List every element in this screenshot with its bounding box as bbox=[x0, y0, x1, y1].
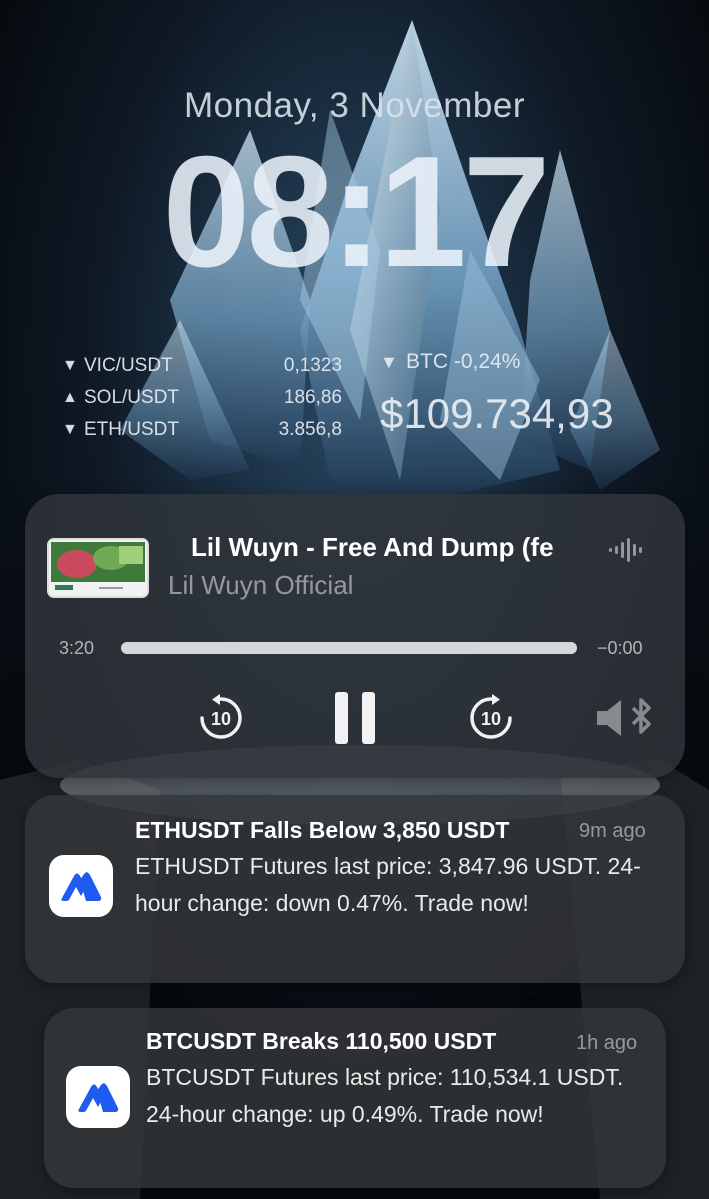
ticker-symbol: VIC/USDT bbox=[84, 355, 173, 376]
remaining-time: −0:00 bbox=[597, 638, 643, 658]
ticker-price: 0,1323 bbox=[283, 355, 342, 376]
elapsed-time: 3:20 bbox=[59, 638, 95, 658]
btc-price[interactable]: $109.734,93 bbox=[380, 390, 614, 438]
lockscreen-clock: 08:17 bbox=[162, 124, 550, 300]
exchange-app-icon bbox=[66, 1066, 130, 1128]
skip-back-seconds: 10 bbox=[211, 709, 231, 729]
lockscreen-date: Monday, 3 November bbox=[183, 86, 525, 125]
mexc-logo-icon bbox=[61, 872, 102, 901]
notification-title: ETHUSDT Falls Below 3,850 USDT bbox=[135, 817, 510, 843]
ticker-symbol: ETH/USDT bbox=[84, 419, 179, 440]
skip-back-10-icon: 10 bbox=[200, 694, 242, 739]
exchange-app-icon bbox=[49, 855, 113, 917]
notification-time: 1h ago bbox=[576, 1032, 638, 1054]
notification-card[interactable]: BTCUSDT Breaks 110,500 USDT 1h ago BTCUS… bbox=[44, 1008, 666, 1188]
ticker-price: 186,86 bbox=[283, 387, 342, 408]
notification-time: 9m ago bbox=[579, 820, 646, 842]
btc-change-label[interactable]: ▼ BTC -0,24% bbox=[380, 350, 520, 374]
ticker-symbol: SOL/USDT bbox=[84, 387, 180, 408]
album-artwork[interactable] bbox=[47, 538, 149, 598]
speaker-bluetooth-icon bbox=[597, 698, 651, 736]
playback-progress bbox=[121, 642, 577, 654]
pause-icon bbox=[335, 692, 375, 744]
skip-back-button[interactable]: 10 bbox=[195, 692, 247, 744]
notification-body: ETHUSDT Futures last price: 3,847.96 USD… bbox=[135, 853, 641, 916]
mexc-logo-icon bbox=[78, 1083, 119, 1112]
audio-output-button[interactable] bbox=[593, 694, 657, 742]
notification-body: BTCUSDT Futures last price: 110,534.1 US… bbox=[146, 1064, 624, 1127]
ticker-row-sol: ▲ SOL/USDT 186,86 bbox=[62, 382, 342, 414]
playback-scrubber[interactable] bbox=[121, 642, 577, 654]
ticker-price: 3.856,8 bbox=[278, 419, 342, 440]
waveform-icon bbox=[609, 538, 642, 562]
ticker-row-vic: ▼ VIC/USDT 0,1323 bbox=[62, 350, 342, 382]
skip-forward-seconds: 10 bbox=[481, 709, 501, 729]
skip-forward-10-icon: 10 bbox=[470, 694, 512, 739]
btc-change-text: BTC -0,24% bbox=[406, 350, 521, 373]
notification-title: BTCUSDT Breaks 110,500 USDT bbox=[146, 1028, 497, 1054]
song-artist[interactable]: Lil Wuyn Official bbox=[168, 570, 353, 601]
song-title[interactable]: Lil Wuyn - Free And Dump (fe bbox=[191, 532, 591, 563]
skip-forward-button[interactable]: 10 bbox=[465, 692, 517, 744]
down-triangle-icon: ▼ bbox=[62, 357, 78, 374]
pause-button[interactable] bbox=[325, 690, 385, 746]
down-triangle-icon: ▼ bbox=[62, 421, 78, 438]
now-playing-widget[interactable]: Lil Wuyn - Free And Dump (fe Lil Wuyn Of… bbox=[25, 494, 685, 778]
notification-card[interactable]: ETHUSDT Falls Below 3,850 USDT 9m ago ET… bbox=[25, 795, 685, 983]
crypto-ticker-widget[interactable]: ▼ VIC/USDT 0,1323 ▲ SOL/USDT 186,86 ▼ ETH/U… bbox=[62, 350, 342, 446]
ticker-row-eth: ▼ ETH/USDT 3.856,8 bbox=[62, 414, 342, 446]
down-triangle-icon: ▼ bbox=[380, 351, 398, 372]
up-triangle-icon: ▲ bbox=[62, 389, 78, 406]
